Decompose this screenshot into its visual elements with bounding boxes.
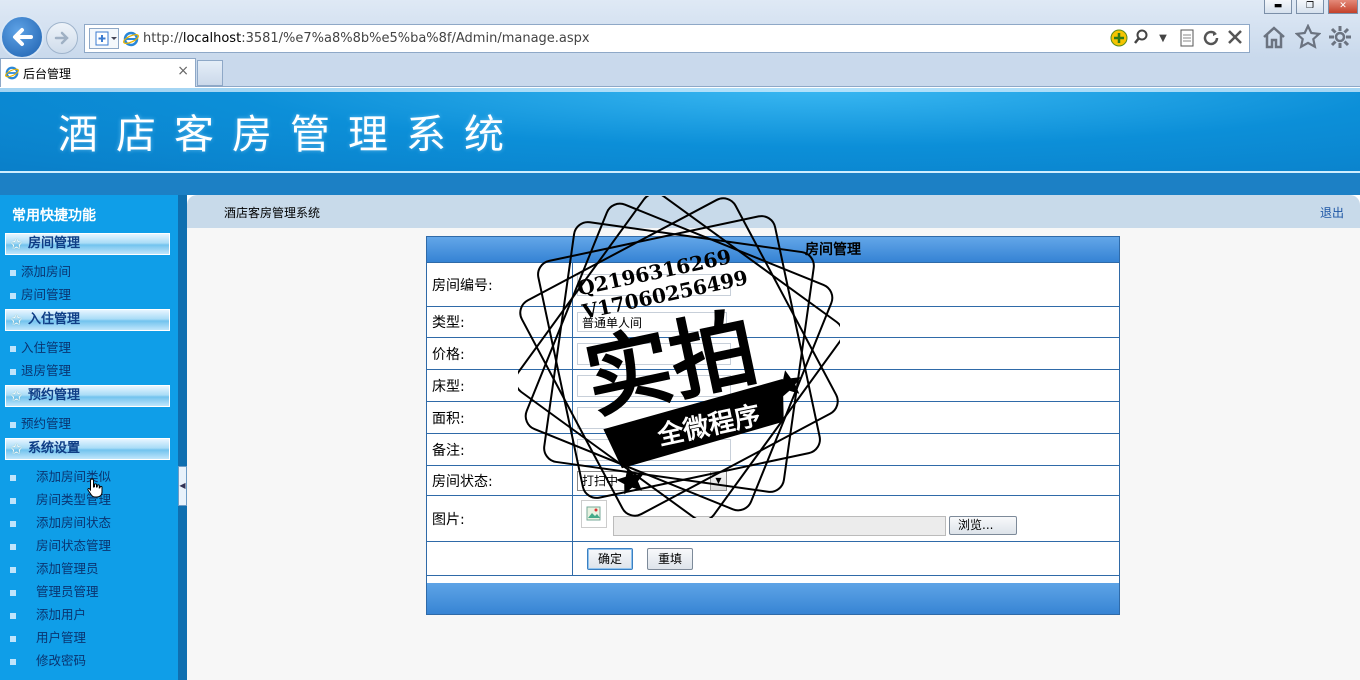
forward-button[interactable]	[46, 22, 78, 54]
browser-tab[interactable]: 后台管理 ×	[0, 58, 196, 87]
tab-title: 后台管理	[23, 67, 72, 81]
refresh-icon[interactable]	[1201, 29, 1221, 49]
form-row-remark: 备注:	[427, 434, 1119, 466]
back-button[interactable]	[0, 15, 44, 59]
sidebar-splitter[interactable]	[178, 195, 187, 680]
new-tab-button[interactable]	[197, 60, 223, 86]
forward-arrow-icon	[54, 31, 69, 45]
image-label: 图片:	[427, 496, 573, 541]
type-label: 类型:	[427, 307, 573, 337]
collapse-handle[interactable]: ◀	[178, 466, 187, 506]
settings-gear-icon[interactable]	[1326, 24, 1354, 52]
file-path-input[interactable]	[613, 516, 946, 536]
room-no-label: 房间编号:	[427, 263, 573, 306]
form-row-type: 类型: 普通单人间	[427, 307, 1119, 338]
form-row-status: 房间状态: 打扫中 ▼	[427, 466, 1119, 496]
maximize-button[interactable]: ❐	[1296, 0, 1324, 14]
hand-cursor-icon	[87, 478, 103, 498]
bed-input[interactable]	[577, 374, 731, 397]
site-banner: 酒店客房管理系统	[0, 88, 1360, 173]
reset-button[interactable]: 重填	[647, 547, 694, 570]
tab-bar: 后台管理 ×	[0, 58, 1360, 87]
confirm-button[interactable]: 确定	[587, 547, 634, 570]
banner-highlight	[0, 88, 1360, 92]
form-row-area: 面积:	[427, 402, 1119, 434]
image-preview	[581, 500, 607, 528]
content-title: 酒店客房管理系统	[224, 206, 321, 220]
status-select[interactable]: 打扫中 ▼	[577, 470, 727, 491]
star-icon: ✩	[10, 387, 23, 405]
sidebar-item-room-status-manage[interactable]: 房间状态管理	[10, 535, 111, 554]
sidebar-title: 常用快捷功能	[12, 208, 96, 224]
browse-button[interactable]: 浏览...	[949, 516, 1017, 535]
home-icon[interactable]	[1260, 24, 1288, 52]
stop-icon[interactable]	[1225, 29, 1245, 49]
window-close-button[interactable]: ✕	[1328, 0, 1358, 14]
site-title: 酒店客房管理系统	[58, 112, 522, 158]
add-icon[interactable]	[1109, 29, 1129, 49]
sidebar-group-settings[interactable]: ✩ 系统设置	[5, 438, 170, 460]
type-select[interactable]: 普通单人间	[577, 312, 727, 332]
form-row-room-no: 房间编号:	[427, 263, 1119, 307]
content-header: 酒店客房管理系统 退出	[187, 195, 1360, 228]
room-form: 房间管理 房间编号: 类型: 普通单人间 价格: 床型: 面积: 备注: 房间状…	[426, 236, 1120, 615]
area-input[interactable]	[577, 406, 731, 429]
logout-link[interactable]: 退出	[1320, 204, 1344, 221]
sidebar-item-add-room[interactable]: 添加房间	[10, 261, 71, 280]
actions-label-cell	[427, 542, 573, 575]
address-bar[interactable]: http://localhost:3581/%e7%a8%8b%e5%ba%8f…	[84, 24, 1250, 53]
sidebar-group-checkin[interactable]: ✩ 入住管理	[5, 309, 170, 331]
form-footer-bar	[427, 576, 1119, 614]
tab-close-icon[interactable]: ×	[177, 63, 189, 79]
sidebar-item-user-manage[interactable]: 用户管理	[10, 627, 86, 646]
price-input[interactable]	[577, 342, 731, 365]
sidebar-item-checkin-manage[interactable]: 入住管理	[10, 337, 71, 356]
chevron-down-icon: ▼	[710, 471, 726, 490]
area-label: 面积:	[427, 402, 573, 433]
sidebar-item-add-user[interactable]: 添加用户	[10, 604, 86, 623]
site-favicon-icon[interactable]	[89, 28, 119, 49]
sidebar-group-room[interactable]: ✩ 房间管理	[5, 233, 170, 255]
form-caption: 房间管理	[427, 237, 1119, 263]
bed-label: 床型:	[427, 370, 573, 401]
star-icon: ✩	[10, 235, 23, 253]
minimize-button[interactable]: ▬	[1264, 0, 1292, 14]
form-row-image: 图片: 浏览...	[427, 496, 1119, 542]
ie-icon	[123, 31, 139, 47]
sidebar-item-add-room-status[interactable]: 添加房间状态	[10, 512, 111, 531]
form-row-price: 价格:	[427, 338, 1119, 370]
dropdown-icon[interactable]: ▼	[1153, 29, 1173, 49]
banner-band	[0, 173, 1360, 195]
sidebar-item-add-admin[interactable]: 添加管理员	[10, 558, 99, 577]
compat-view-icon[interactable]	[1177, 29, 1197, 49]
back-arrow-icon	[13, 28, 33, 46]
browser-toolbar: http://localhost:3581/%e7%a8%8b%e5%ba%8f…	[0, 0, 1360, 59]
price-label: 价格:	[427, 338, 573, 369]
star-icon: ✩	[10, 311, 23, 329]
form-row-bed: 床型:	[427, 370, 1119, 402]
sidebar-item-change-password[interactable]: 修改密码	[10, 650, 86, 669]
favorites-star-icon[interactable]	[1294, 23, 1322, 52]
sidebar-group-booking[interactable]: ✩ 预约管理	[5, 385, 170, 407]
form-row-actions: 确定 重填	[427, 542, 1119, 576]
ie-icon	[5, 66, 19, 80]
sidebar-item-admin-manage[interactable]: 管理员管理	[10, 581, 99, 600]
sidebar-item-booking-manage[interactable]: 预约管理	[10, 413, 71, 432]
sidebar-item-checkout-manage[interactable]: 退房管理	[10, 360, 71, 379]
search-icon[interactable]	[1131, 29, 1151, 49]
sidebar: 常用快捷功能 ✩ 房间管理 添加房间 房间管理 ✩ 入住管理 入住管理 退房管理 ✩…	[0, 195, 178, 680]
room-no-input[interactable]	[577, 273, 731, 296]
star-icon: ✩	[10, 440, 23, 458]
remark-label: 备注:	[427, 434, 573, 465]
sidebar-item-room-manage[interactable]: 房间管理	[10, 284, 71, 303]
status-label: 房间状态:	[427, 466, 573, 495]
remark-input[interactable]	[577, 438, 731, 461]
broken-image-icon	[586, 506, 601, 521]
url-text[interactable]: http://localhost:3581/%e7%a8%8b%e5%ba%8f…	[143, 31, 590, 46]
